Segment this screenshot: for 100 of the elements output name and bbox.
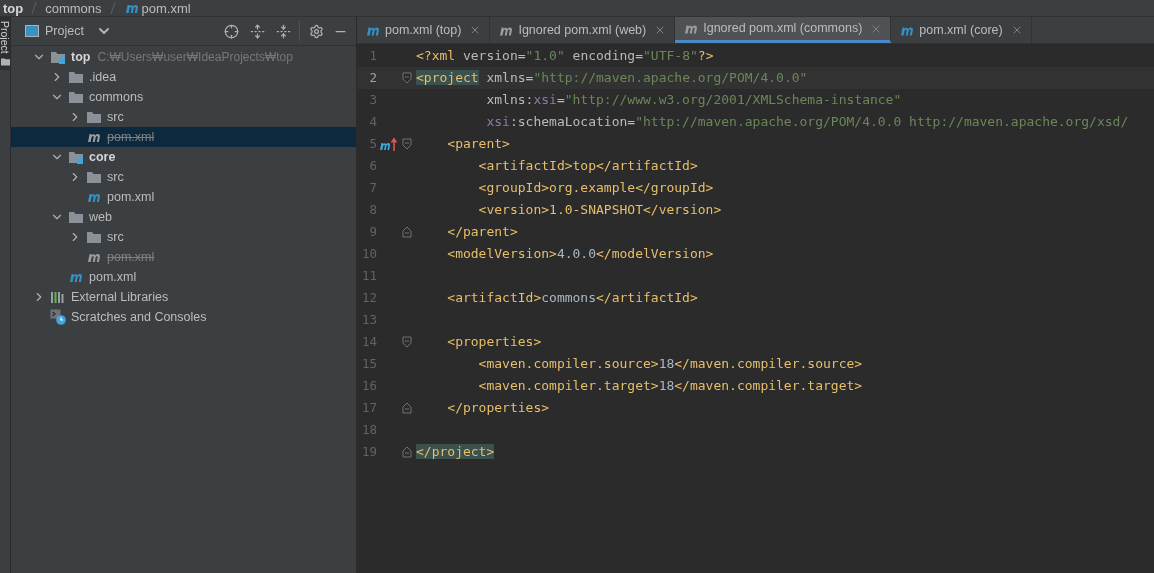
tree-item[interactable]: core (11, 147, 356, 167)
tree-item[interactable]: pom.xml (11, 187, 356, 207)
maven-parent-icon[interactable] (379, 137, 399, 151)
code-text: <maven.compiler.target>18</maven.compiler.target> (477, 377, 863, 396)
line-number: 17 (360, 398, 377, 417)
tree-item[interactable]: pom.xml (11, 267, 356, 287)
tree-item-label: commons (89, 88, 144, 106)
tree-item[interactable]: src (11, 167, 356, 187)
tree-item[interactable]: web (11, 207, 356, 227)
tree-item[interactable]: Scratches and Consoles (11, 307, 356, 327)
settings-icon[interactable] (309, 23, 324, 39)
tree-item-label: .idea (89, 68, 117, 86)
line-number: 15 (360, 354, 377, 373)
maven-icon (123, 2, 140, 14)
line-number: 19 (360, 442, 377, 461)
collapse-all-icon[interactable] (276, 23, 291, 39)
project-path: C:₩Users₩user₩IdeaProjects₩top (97, 49, 293, 66)
folder-icon (86, 230, 102, 244)
line-number: 5 (368, 134, 377, 153)
libraries-icon (50, 290, 66, 304)
breadcrumb-separator-icon (109, 2, 116, 14)
code-text: <version>1.0-SNAPSHOT</version> (477, 201, 722, 220)
code-text: </properties> (446, 399, 550, 418)
folder-icon (68, 90, 84, 104)
code-text: <artifactId>commons</artifactId> (446, 289, 698, 308)
tree-item[interactable]: src (11, 107, 356, 127)
tree-item[interactable]: src (11, 227, 356, 247)
tree-item-label: src (107, 168, 124, 186)
line-number: 8 (368, 200, 377, 219)
code-text: </project> (416, 443, 495, 462)
code-text: xsi:schemaLocation="http://maven.apache.org/POM/4.0.0 http://maven.apache.org/xsd/ (485, 113, 1129, 132)
breadcrumb-item[interactable]: pom.xml (141, 1, 191, 15)
tab-label: Ignored pom.xml (commons) (703, 20, 863, 38)
tree-item-label: pom.xml (89, 268, 137, 286)
tab-label: Ignored pom.xml (web) (518, 21, 647, 39)
panel-title: Project (45, 22, 84, 40)
scratches-icon (50, 309, 66, 325)
tree-item[interactable]: External Libraries (11, 287, 356, 307)
tree-item[interactable]: top C:₩Users₩user₩IdeaProjects₩top (11, 47, 356, 67)
tree-item[interactable]: commons (11, 87, 356, 107)
code-text: <maven.compiler.source>18</maven.compiler.source> (477, 355, 863, 374)
maven-icon (68, 271, 84, 283)
panel-icon (25, 25, 39, 37)
line-number: 2 (368, 68, 377, 87)
line-number: 9 (368, 222, 377, 241)
tree-item-label: pom.xml (107, 188, 155, 206)
code-text: <parent> (446, 135, 510, 154)
editor-tab[interactable]: Ignored pom.xml (commons) (675, 17, 892, 43)
fold-end-icon[interactable] (402, 402, 412, 414)
tree-item-label: web (89, 208, 112, 226)
code-text: <modelVersion>4.0.0</modelVersion> (446, 245, 714, 264)
maven-icon (86, 131, 102, 143)
breadcrumb-item[interactable]: top (3, 1, 24, 15)
fold-start-icon[interactable] (402, 336, 412, 348)
code-text: <project xmlns="http://maven.apache.org/POM/4.0.0" (416, 69, 808, 88)
tree-item-label: External Libraries (71, 288, 169, 306)
line-number: 16 (360, 376, 377, 395)
breadcrumb-item[interactable]: commons (45, 1, 102, 15)
module-folder-icon (50, 50, 66, 64)
tree-item-label: top (71, 48, 91, 66)
module-folder-icon (68, 150, 84, 164)
tree-item-label: src (107, 108, 124, 126)
maven-icon (86, 251, 102, 263)
folder-icon (86, 110, 102, 124)
code-text: <groupId>org.example</groupId> (477, 179, 714, 198)
tree-item-label: pom.xml (107, 128, 155, 146)
tab-label: pom.xml (core) (919, 21, 1003, 39)
locate-icon[interactable] (224, 23, 239, 39)
fold-end-icon[interactable] (402, 446, 412, 458)
folder-icon (68, 70, 84, 84)
tree-item[interactable]: .idea (11, 67, 356, 87)
code-text: <?xml version="1.0" encoding="UTF-8"?> (416, 47, 714, 66)
tab-label: pom.xml (top) (385, 21, 462, 39)
line-number: 18 (360, 420, 377, 439)
line-number: 6 (368, 156, 377, 175)
fold-start-icon[interactable] (402, 138, 412, 150)
line-number: 12 (360, 288, 377, 307)
line-number: 3 (368, 90, 377, 109)
fold-start-icon[interactable] (402, 72, 412, 84)
expand-all-icon[interactable] (250, 23, 265, 39)
line-number: 11 (360, 266, 377, 285)
tree-item-label: Scratches and Consoles (71, 308, 207, 326)
line-number: 13 (360, 310, 377, 329)
tree-item-label: src (107, 228, 124, 246)
folder-icon (86, 170, 102, 184)
fold-end-icon[interactable] (402, 226, 412, 238)
line-number: 7 (368, 178, 377, 197)
code-text: <artifactId>top</artifactId> (477, 157, 698, 176)
side-tool-tab[interactable]: Project (0, 17, 10, 70)
line-number: 4 (368, 112, 377, 131)
folder-icon (0, 57, 10, 66)
folder-icon (68, 210, 84, 224)
line-number: 10 (360, 244, 377, 263)
tree-item-label: core (89, 148, 116, 166)
line-number: 1 (368, 46, 377, 65)
tree-item[interactable]: pom.xml (11, 127, 356, 147)
tree-item-label: pom.xml (107, 248, 155, 266)
code-text: <properties> (446, 333, 542, 352)
line-number: 14 (360, 332, 377, 351)
breadcrumb-separator-icon (31, 2, 38, 14)
